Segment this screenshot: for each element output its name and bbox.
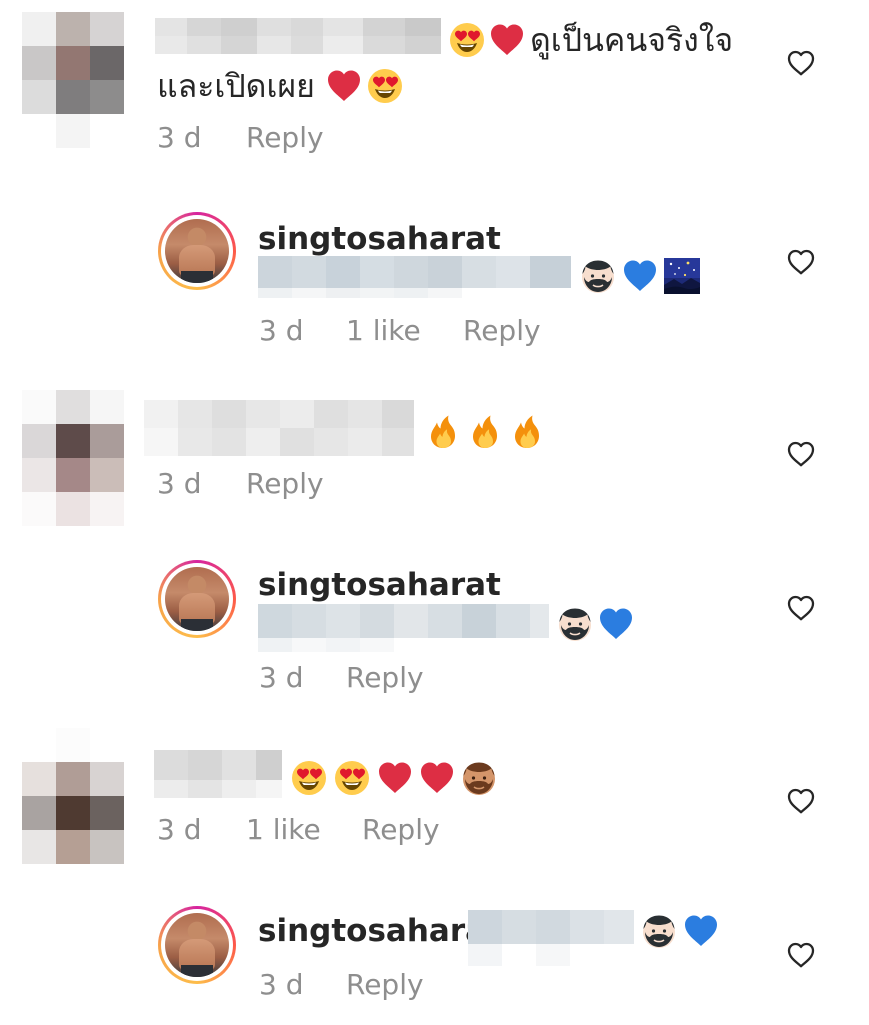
comment-text-line-2: และเปิดเผย bbox=[157, 67, 315, 105]
heart-outline-icon[interactable] bbox=[786, 439, 816, 469]
heart-eyes-emoji-icon bbox=[291, 760, 327, 796]
fire-emoji-icon bbox=[467, 414, 503, 450]
reply-button[interactable]: Reply bbox=[362, 816, 440, 844]
redacted-username bbox=[154, 750, 282, 798]
avatar[interactable] bbox=[158, 906, 236, 984]
comment-text: ดูเป็นคนจริงใจ bbox=[530, 21, 734, 59]
redacted-username bbox=[155, 18, 441, 54]
avatar[interactable] bbox=[158, 212, 236, 290]
username[interactable]: singtosaharat bbox=[258, 224, 501, 255]
like-count[interactable]: 1 like bbox=[346, 317, 421, 345]
username[interactable]: singtosaharat bbox=[258, 916, 501, 947]
comment-time: 3 d bbox=[259, 661, 304, 694]
username[interactable]: singtosaharat bbox=[258, 570, 501, 601]
redacted-username bbox=[144, 400, 414, 456]
red-heart-emoji-icon bbox=[489, 22, 525, 58]
like-count[interactable]: 1 like bbox=[246, 816, 321, 844]
fire-emoji-icon bbox=[509, 414, 545, 450]
man-beard-emoji-icon bbox=[461, 760, 497, 796]
man-beard-emoji-icon bbox=[580, 258, 616, 294]
comment-time: 3 d bbox=[259, 314, 304, 347]
avatar[interactable] bbox=[22, 390, 124, 526]
red-heart-emoji-icon bbox=[377, 760, 413, 796]
man-beard-emoji-icon bbox=[557, 606, 593, 642]
blue-heart-emoji-icon bbox=[622, 258, 658, 294]
reply-button[interactable]: Reply bbox=[463, 317, 541, 345]
avatar[interactable] bbox=[22, 728, 124, 864]
fire-emoji-icon bbox=[425, 414, 461, 450]
heart-outline-icon[interactable] bbox=[786, 940, 816, 970]
avatar[interactable] bbox=[158, 560, 236, 638]
redacted-comment-text bbox=[258, 256, 571, 298]
comment-time: 3 d bbox=[157, 467, 202, 500]
reply-button[interactable]: Reply bbox=[346, 664, 424, 692]
reply-button[interactable]: Reply bbox=[246, 124, 324, 152]
blue-heart-emoji-icon bbox=[683, 913, 719, 949]
redacted-comment-text bbox=[258, 604, 549, 652]
heart-eyes-emoji-icon bbox=[449, 22, 485, 58]
blue-heart-emoji-icon bbox=[598, 606, 634, 642]
comment-time: 3 d bbox=[157, 121, 202, 154]
reply-button[interactable]: Reply bbox=[246, 470, 324, 498]
comment-time: 3 d bbox=[259, 968, 304, 1001]
man-beard-emoji-icon bbox=[641, 913, 677, 949]
reply-button[interactable]: Reply bbox=[346, 971, 424, 999]
heart-outline-icon[interactable] bbox=[786, 593, 816, 623]
avatar[interactable] bbox=[22, 12, 124, 148]
red-heart-emoji-icon bbox=[419, 760, 455, 796]
redacted-comment-text bbox=[468, 910, 634, 966]
red-heart-emoji-icon bbox=[326, 68, 362, 104]
heart-outline-icon[interactable] bbox=[786, 786, 816, 816]
heart-eyes-emoji-icon bbox=[367, 68, 403, 104]
heart-eyes-emoji-icon bbox=[334, 760, 370, 796]
heart-outline-icon[interactable] bbox=[786, 247, 816, 277]
heart-outline-icon[interactable] bbox=[786, 48, 816, 78]
night-sky-emoji-icon bbox=[664, 258, 700, 294]
comment-time: 3 d bbox=[157, 813, 202, 846]
